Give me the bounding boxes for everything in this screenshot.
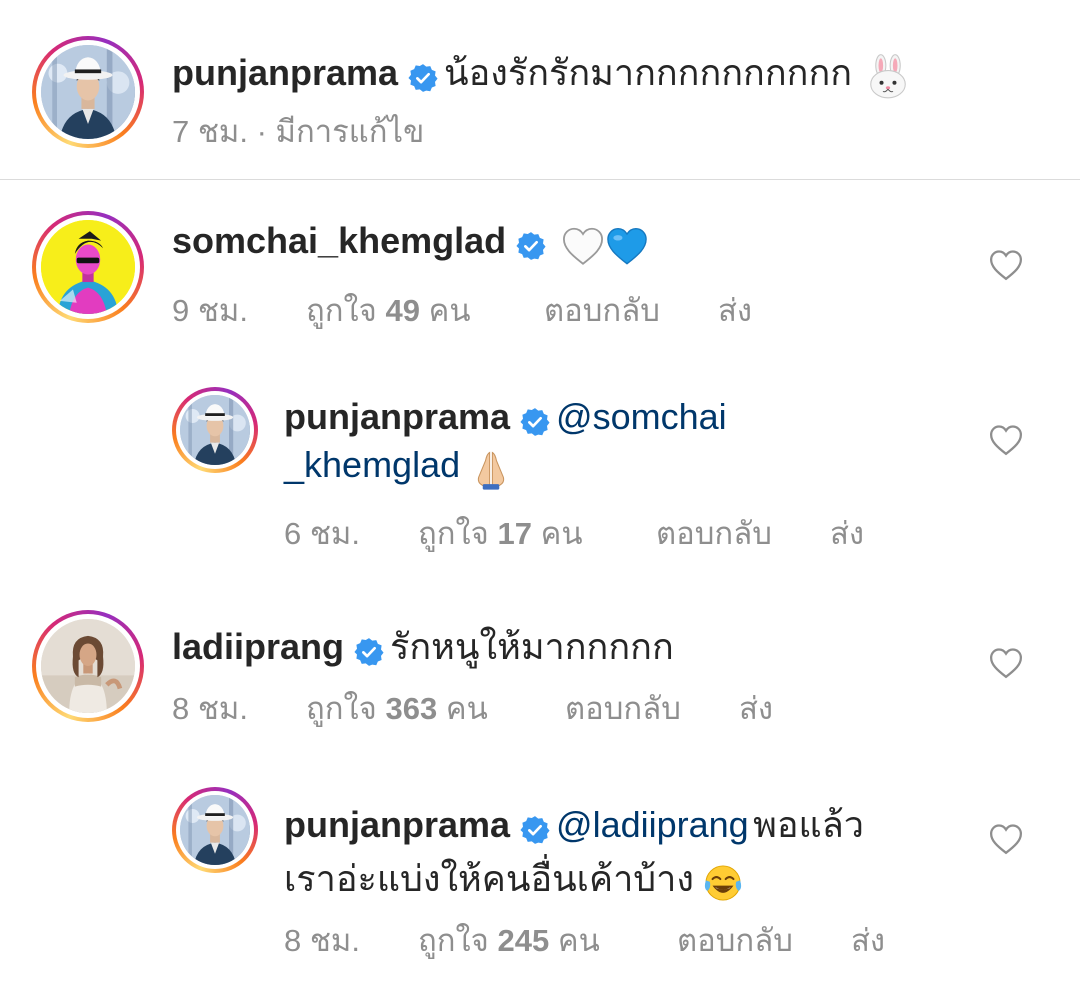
comment-avatar-ladii[interactable] — [32, 610, 144, 722]
like-heart-icon[interactable] — [989, 424, 1023, 456]
verified-badge-icon — [408, 63, 438, 93]
avatar-image — [41, 220, 135, 314]
divider — [0, 179, 1080, 180]
reply-button[interactable]: ตอบกลับ — [544, 285, 660, 335]
comment-meta: 9 ชม. — [172, 285, 248, 335]
reply-username[interactable]: punjanprama — [284, 396, 510, 437]
comment-line: ladiiprang รักหนูให้มากกกกก — [172, 618, 674, 675]
reply-avatar[interactable] — [172, 787, 258, 873]
comment-text: รักหนูให้มากกกกก — [390, 626, 674, 667]
caption-username[interactable]: punjanprama — [172, 52, 398, 93]
likes-unit: คน — [428, 293, 471, 328]
reply-avatar[interactable] — [172, 387, 258, 473]
send-button[interactable]: ส่ง — [830, 508, 864, 558]
like-heart-icon[interactable] — [989, 249, 1023, 281]
reply-text: พอแล้ว — [753, 804, 864, 845]
verified-badge-icon — [520, 407, 550, 437]
mention-link[interactable]: @somchai — [556, 396, 727, 437]
mention-link[interactable]: @ladiiprang — [556, 804, 749, 845]
reply-line-2: _khemglad — [284, 444, 513, 499]
likes-label: ถูกใจ — [418, 516, 489, 551]
comment-line: somchai_khemglad — [172, 220, 649, 272]
likes-link[interactable]: ถูกใจ 17 คน — [418, 508, 583, 558]
likes-label: ถูกใจ — [306, 293, 377, 328]
reply-username[interactable]: punjanprama — [284, 804, 510, 845]
likes-unit: คน — [445, 691, 488, 726]
avatar-image — [41, 45, 135, 139]
reply-button[interactable]: ตอบกลับ — [677, 915, 793, 965]
white-heart-icon — [561, 226, 605, 266]
likes-count: 49 — [385, 293, 420, 328]
likes-count: 363 — [385, 691, 438, 726]
avatar-image — [180, 395, 250, 465]
likes-link[interactable]: ถูกใจ 49 คน — [306, 285, 471, 335]
comment-time: 9 ชม. — [172, 293, 248, 328]
verified-badge-icon — [520, 815, 550, 845]
reply-text-continued: เราอ่ะแบ่งให้คนอื่นเค้าบ้าง — [284, 858, 694, 899]
avatar-image — [180, 795, 250, 865]
send-button[interactable]: ส่ง — [718, 285, 752, 335]
likes-label: ถูกใจ — [418, 923, 489, 958]
send-button[interactable]: ส่ง — [739, 683, 773, 733]
reply-meta: 6 ชม. — [284, 508, 360, 558]
likes-count: 245 — [497, 923, 550, 958]
reply-time: 8 ชม. — [284, 923, 360, 958]
comment-avatar-somchai[interactable] — [32, 211, 144, 323]
likes-unit: คน — [557, 923, 600, 958]
avatar-image — [41, 619, 135, 713]
blue-heart-icon — [605, 226, 649, 266]
reply-line-1: punjanprama @ladiiprang พอแล้ว — [284, 796, 864, 853]
likes-count: 17 — [497, 516, 532, 551]
reply-time: 6 ชม. — [284, 516, 360, 551]
comment-meta: 8 ชม. — [172, 683, 248, 733]
verified-badge-icon — [354, 637, 384, 667]
verified-badge-icon — [516, 231, 546, 261]
face-with-tears-of-joy-icon — [702, 862, 744, 904]
caption-edited: มีการแก้ไข — [275, 114, 425, 149]
caption-text: น้องรักรักมากกกกกกกกกก — [444, 52, 853, 93]
rabbit-face-icon — [865, 54, 911, 100]
likes-link[interactable]: ถูกใจ 245 คน — [418, 915, 600, 965]
reply-button[interactable]: ตอบกลับ — [565, 683, 681, 733]
comment-username[interactable]: somchai_khemglad — [172, 220, 506, 261]
likes-unit: คน — [540, 516, 583, 551]
comment-time: 8 ชม. — [172, 691, 248, 726]
caption-separator: · — [256, 114, 267, 149]
caption-meta: 7 ชม. · มีการแก้ไข — [172, 106, 424, 156]
like-heart-icon[interactable] — [989, 823, 1023, 855]
caption-time: 7 ชม. — [172, 114, 248, 149]
likes-label: ถูกใจ — [306, 691, 377, 726]
reply-meta: 8 ชม. — [284, 915, 360, 965]
reply-button[interactable]: ตอบกลับ — [656, 508, 772, 558]
comment-username[interactable]: ladiiprang — [172, 626, 344, 667]
mention-link-continued[interactable]: _khemglad — [284, 444, 460, 485]
caption-line: punjanprama น้องรักรักมากกกกกกกกกก — [172, 44, 911, 108]
send-button[interactable]: ส่ง — [851, 915, 885, 965]
like-heart-icon[interactable] — [989, 647, 1023, 679]
folded-hands-icon — [469, 447, 513, 491]
reply-line-2: เราอ่ะแบ่งให้คนอื่นเค้าบ้าง — [284, 850, 744, 912]
likes-link[interactable]: ถูกใจ 363 คน — [306, 683, 488, 733]
caption-avatar[interactable] — [32, 36, 144, 148]
reply-line-1: punjanprama @somchai — [284, 396, 727, 443]
